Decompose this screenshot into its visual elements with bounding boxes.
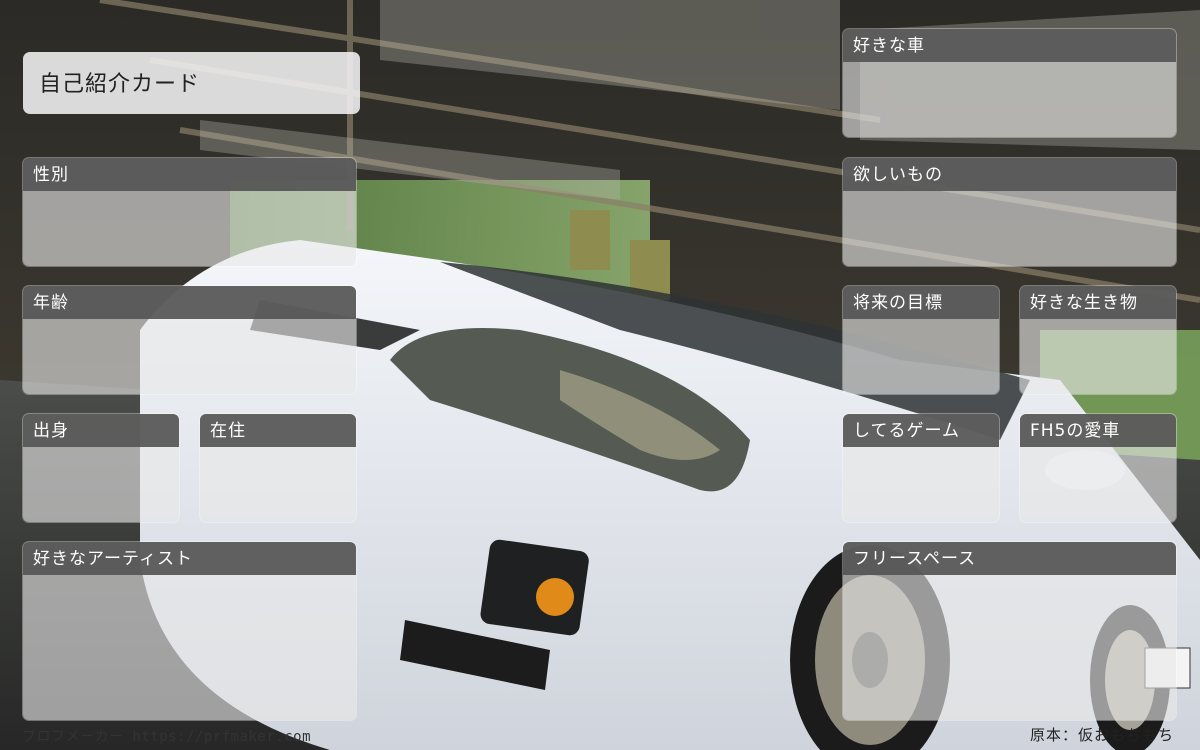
fh5-car-field[interactable]: FH5の愛車 bbox=[1020, 414, 1176, 522]
free-space-label: フリースペース bbox=[843, 542, 1176, 575]
playing-game-label: してるゲーム bbox=[843, 414, 999, 447]
future-goal-label: 将来の目標 bbox=[843, 286, 999, 319]
wanted-field[interactable]: 欲しいもの bbox=[843, 158, 1176, 266]
favorite-car-label: 好きな車 bbox=[843, 29, 1176, 62]
age-field[interactable]: 年齢 bbox=[23, 286, 356, 394]
residence-field[interactable]: 在住 bbox=[200, 414, 356, 522]
hometown-label: 出身 bbox=[23, 414, 179, 447]
original-credit: 原本：仮おもちもち bbox=[1029, 726, 1174, 744]
hometown-field[interactable]: 出身 bbox=[23, 414, 179, 522]
wanted-label: 欲しいもの bbox=[843, 158, 1176, 191]
free-space-field[interactable]: フリースペース bbox=[843, 542, 1176, 720]
residence-label: 在住 bbox=[200, 414, 356, 447]
age-label: 年齢 bbox=[23, 286, 356, 319]
maker-credit: プロフメーカー https://prfmaker.com bbox=[22, 729, 312, 745]
favorite-artist-label: 好きなアーティスト bbox=[23, 542, 356, 575]
future-goal-field[interactable]: 将来の目標 bbox=[843, 286, 999, 394]
gender-field[interactable]: 性別 bbox=[23, 158, 356, 266]
favorite-creature-label: 好きな生き物 bbox=[1020, 286, 1176, 319]
card-title: 自己紹介カード bbox=[23, 52, 360, 114]
playing-game-field[interactable]: してるゲーム bbox=[843, 414, 999, 522]
favorite-creature-field[interactable]: 好きな生き物 bbox=[1020, 286, 1176, 394]
favorite-car-field[interactable]: 好きな車 bbox=[843, 29, 1176, 137]
fh5-car-label: FH5の愛車 bbox=[1020, 414, 1176, 447]
gender-label: 性別 bbox=[23, 158, 356, 191]
favorite-artist-field[interactable]: 好きなアーティスト bbox=[23, 542, 356, 720]
